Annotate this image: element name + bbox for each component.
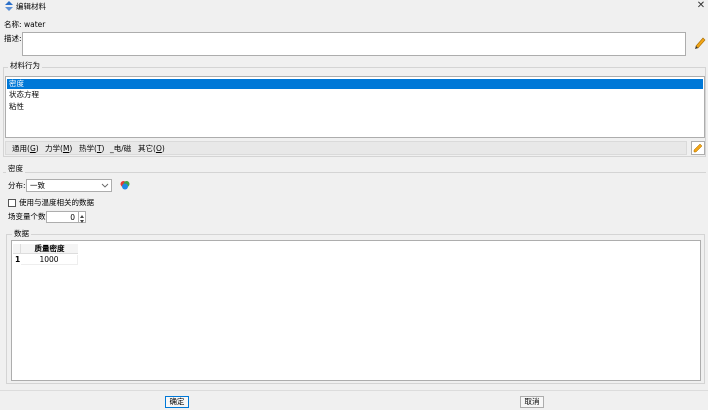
stepper-down-button[interactable] [78, 217, 85, 223]
menu-general[interactable]: 通用(G) [12, 144, 39, 154]
distribution-select[interactable]: 一致 [26, 179, 112, 192]
table-cell[interactable]: 1000 [21, 255, 78, 265]
column-header[interactable]: 质量密度 [21, 244, 78, 254]
list-item-density[interactable]: 密度 [7, 79, 703, 89]
row-index: 1 [15, 255, 21, 264]
bottom-separator [0, 390, 708, 391]
data-table[interactable]: 质量密度 1 1000 [11, 240, 701, 381]
ok-button[interactable]: 确定 [165, 396, 189, 408]
chevron-down-icon [101, 183, 109, 188]
menu-mechanical[interactable]: 力学(M) [45, 144, 72, 154]
edit-behavior-button[interactable] [691, 141, 705, 155]
menu-electromagnetic[interactable]: _电/磁 [110, 144, 131, 154]
material-behaviors-title: 材料行为 [8, 61, 42, 71]
pencil-small-icon [693, 143, 703, 153]
behavior-list[interactable]: 密度 状态方程 粘性 [5, 76, 705, 138]
field-vars-label: 场变量个数: [8, 212, 49, 221]
density-divider [3, 172, 706, 173]
behavior-menu-bar: 通用(G) 力学(M) 热学(T) _电/磁 其它(O) [5, 141, 687, 155]
title-bar: 编辑材料 ✕ [0, 0, 708, 13]
description-label: 描述: [4, 34, 22, 43]
table-corner [13, 244, 21, 254]
analytical-field-icon[interactable] [120, 180, 130, 190]
chevron-down-small-icon [80, 220, 84, 223]
list-item-eos[interactable]: 状态方程 [7, 90, 703, 100]
description-input[interactable] [22, 32, 686, 56]
material-name: water [24, 20, 46, 29]
menu-thermal[interactable]: 热学(T) [79, 144, 104, 154]
list-item-viscosity[interactable]: 粘性 [7, 102, 703, 112]
field-vars-stepper[interactable]: 0 [46, 211, 86, 223]
menu-other[interactable]: 其它(O) [138, 144, 165, 154]
cancel-button[interactable]: 取消 [520, 396, 544, 408]
data-title: 数据 [12, 229, 31, 239]
distribution-label: 分布: [8, 181, 26, 190]
density-title: 密度 [6, 164, 25, 174]
name-label: 名称: [4, 20, 22, 29]
close-icon[interactable]: ✕ [696, 0, 706, 12]
temp-dependent-label: 使用与温度相关的数据 [19, 198, 94, 207]
pencil-icon[interactable] [694, 37, 706, 51]
temp-dependent-checkbox[interactable] [8, 199, 16, 207]
app-icon [5, 1, 13, 11]
window-title: 编辑材料 [16, 2, 46, 11]
